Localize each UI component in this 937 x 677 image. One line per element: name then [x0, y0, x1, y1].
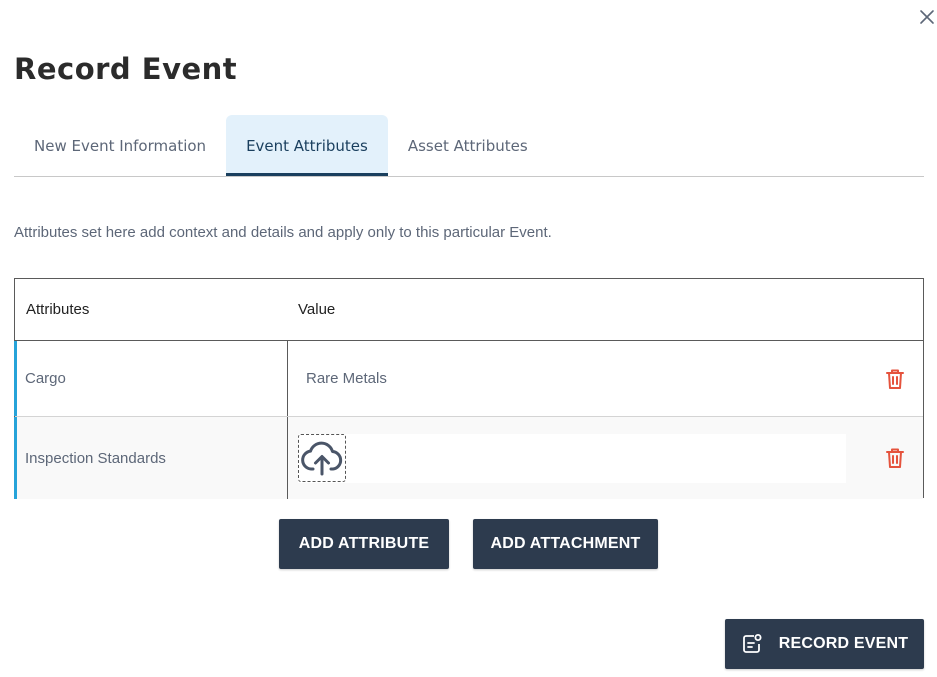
table-header: Attributes Value	[15, 279, 923, 341]
upload-button[interactable]	[298, 434, 346, 482]
attributes-table: Attributes Value Cargo Rare Metals Inspe…	[14, 278, 924, 499]
delete-row-button[interactable]	[884, 447, 906, 469]
tab-asset-attributes[interactable]: Asset Attributes	[388, 115, 548, 176]
attribute-name[interactable]: Inspection Standards	[25, 441, 263, 475]
close-icon	[920, 10, 934, 24]
table-row: Cargo Rare Metals	[14, 341, 923, 417]
trash-icon	[886, 369, 904, 389]
header-attributes: Attributes	[26, 301, 90, 318]
tab-bar: New Event Information Event Attributes A…	[14, 115, 924, 177]
add-attribute-button[interactable]: ADD ATTRIBUTE	[279, 519, 449, 569]
tab-new-event-information[interactable]: New Event Information	[14, 115, 226, 176]
attribute-name: Cargo	[25, 370, 66, 387]
upload-field[interactable]	[298, 434, 846, 483]
attribute-cell[interactable]: Cargo	[15, 341, 288, 416]
attribute-value: Rare Metals	[306, 370, 387, 387]
delete-row-button[interactable]	[884, 368, 906, 390]
table-row: Inspection Standards	[14, 417, 923, 499]
record-event-button[interactable]: RECORD EVENT	[725, 619, 924, 669]
dialog-title: Record Event	[14, 52, 238, 86]
close-button[interactable]	[916, 6, 937, 28]
add-attachment-button[interactable]: ADD ATTACHMENT	[473, 519, 658, 569]
trash-icon	[886, 448, 904, 468]
description-text: Attributes set here add context and deta…	[14, 224, 552, 241]
record-event-label: RECORD EVENT	[778, 635, 909, 652]
tab-event-attributes[interactable]: Event Attributes	[226, 115, 388, 176]
record-event-icon	[741, 633, 763, 655]
value-cell[interactable]: Rare Metals	[288, 341, 923, 416]
header-value: Value	[298, 301, 336, 318]
cloud-upload-icon	[301, 441, 343, 476]
attribute-cell[interactable]: Inspection Standards	[15, 417, 288, 499]
value-cell	[288, 417, 923, 499]
